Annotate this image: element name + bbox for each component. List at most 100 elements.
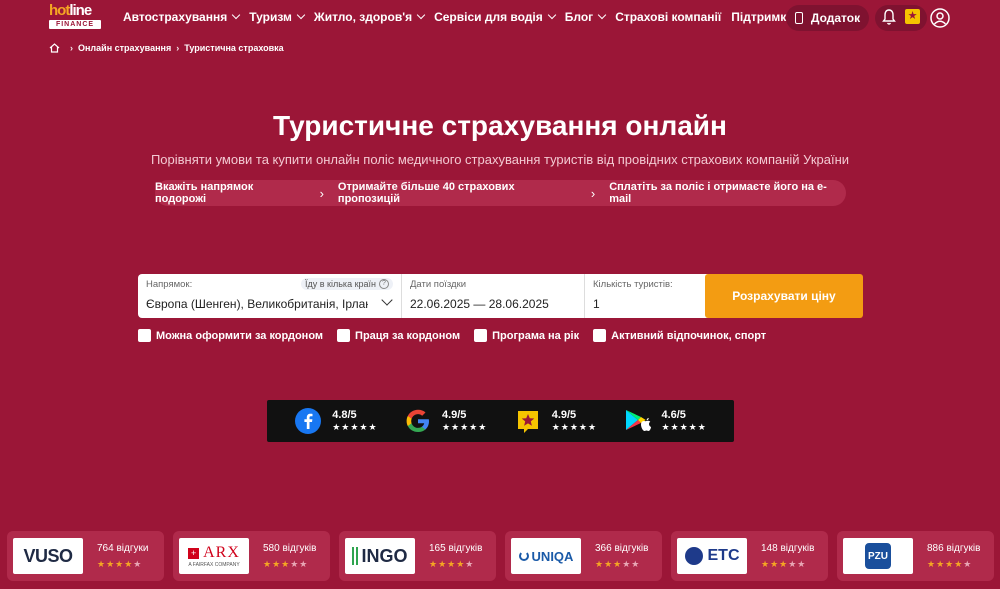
company-stars: ★★★★★ — [595, 558, 641, 569]
calculate-price-button[interactable]: Розрахувати ціну — [705, 274, 863, 318]
breadcrumb-separator: › — [70, 43, 73, 53]
company-name: VUSO — [23, 545, 73, 566]
checkbox-active-sport[interactable]: Активний відпочинок, спорт — [593, 329, 766, 342]
rating-facebook[interactable]: 4.8/5 ★★★★★ — [294, 407, 377, 435]
rating-stars: ★★★★★ — [332, 422, 378, 432]
rating-score: 4.9/5 — [551, 409, 577, 421]
options-checkboxes: Можна оформити за кордоном Праця за корд… — [138, 329, 780, 342]
arx-cross-icon: + — [188, 547, 200, 559]
rating-hotline[interactable]: 4.9/5 ★★★★★ — [514, 407, 597, 435]
etc-globe-icon — [684, 547, 703, 565]
nav-item-tourism[interactable]: Туризм — [249, 10, 306, 24]
breadcrumb-online-insurance[interactable]: Онлайн страхування — [78, 43, 171, 53]
bell-icon[interactable] — [882, 8, 896, 26]
header: hotline FINANCE Автострахування Туризм Ж… — [0, 0, 1000, 36]
company-reviews[interactable]: 165 відгуків — [429, 543, 482, 554]
page-title: Туристичне страхування онлайн — [273, 110, 727, 141]
company-card-pzu[interactable]: PZU 886 відгуків ★★★★★ — [837, 531, 994, 581]
checkbox-box[interactable] — [337, 329, 351, 342]
company-card-uniqa[interactable]: UNIQA 366 відгуків ★★★★★ — [505, 531, 662, 581]
nav-item-label: Житло, здоров'я — [313, 10, 413, 24]
steps-bar: Вкажіть напрямок подорожі › Отримайте бі… — [155, 180, 846, 206]
rating-stars: ★★★★★ — [441, 422, 488, 432]
logo-finance-text: FINANCE — [49, 20, 101, 29]
logo-hot-text: hot — [49, 2, 70, 19]
pzu-logo: PZU — [843, 538, 913, 574]
checkbox-label: Активний відпочинок, спорт — [611, 329, 767, 342]
dates-field[interactable]: Дати поїздки 22.06.2025 — 28.06.2025 — [402, 274, 585, 318]
chevron-down-icon[interactable] — [381, 294, 393, 306]
nav-item-support[interactable]: Підтримка — [731, 10, 793, 24]
rating-app-stores[interactable]: 4.6/5 ★★★★★ — [623, 407, 706, 435]
company-reviews[interactable]: 580 відгуків — [263, 543, 316, 554]
rating-score: 4.6/5 — [661, 409, 686, 421]
home-icon[interactable] — [49, 43, 60, 53]
checkbox-abroad[interactable]: Можна оформити за кордоном — [138, 329, 323, 342]
etc-logo: ETC — [677, 538, 747, 574]
hotline-finance-logo[interactable]: hotline FINANCE — [49, 2, 101, 32]
nav-item-auto[interactable]: Автострахування — [123, 10, 241, 24]
step-2: Отримайте більше 40 страхових пропозицій — [337, 181, 515, 205]
nav-item-companies[interactable]: Страхові компанії — [615, 10, 721, 24]
companies-strip: VUSO 764 відгуки ★★★★★ + ARX A FAIRFAX C… — [7, 531, 994, 581]
chevron-right-icon: › — [319, 185, 324, 201]
nav-item-driver-services[interactable]: Сервіси для водія — [434, 10, 557, 24]
ingo-logo: INGO — [345, 538, 415, 574]
chevron-right-icon: › — [590, 185, 596, 201]
favorites-star-icon[interactable]: ★ — [905, 9, 920, 24]
direction-field[interactable]: Напрямок: Їду в кілька країн ? Європа (Ш… — [138, 274, 402, 318]
company-reviews[interactable]: 366 відгуків — [595, 543, 648, 554]
rating-google[interactable]: 4.9/5 ★★★★★ — [404, 407, 487, 435]
company-name: ARX — [203, 544, 240, 561]
breadcrumb-travel-insurance: Туристична страховка — [184, 43, 284, 53]
app-button[interactable]: Додаток — [786, 5, 869, 31]
ingo-bars-icon — [352, 547, 359, 565]
facebook-icon — [295, 408, 322, 434]
chevron-down-icon — [597, 10, 607, 20]
dates-value: 22.06.2025 — 28.06.2025 — [410, 297, 549, 311]
question-icon[interactable]: ? — [379, 279, 389, 289]
company-reviews[interactable]: 764 відгуки — [97, 543, 148, 554]
company-stars: ★★★★★ — [97, 558, 143, 569]
company-card-arx[interactable]: + ARX A FAIRFAX COMPANY 580 відгуків ★★★… — [173, 531, 330, 581]
checkbox-box[interactable] — [593, 329, 607, 342]
google-icon — [406, 409, 429, 432]
nav-item-label: Блог — [564, 10, 594, 24]
checkbox-annual[interactable]: Програма на рік — [474, 329, 579, 342]
direction-value: Європа (Шенген), Великобританія, Ірлан..… — [146, 297, 368, 311]
pzu-badge: PZU — [865, 543, 891, 569]
uniqa-logo: UNIQA — [511, 538, 581, 574]
rating-score: 4.9/5 — [441, 409, 467, 421]
checkbox-work-abroad[interactable]: Праця за кордоном — [337, 329, 460, 342]
rating-stars: ★★★★★ — [551, 422, 598, 432]
multi-country-tag[interactable]: Їду в кілька країн ? — [301, 278, 393, 290]
logo-line-text: line — [69, 2, 92, 19]
uniqa-swoosh-icon — [518, 551, 529, 561]
chevron-down-icon — [231, 10, 241, 20]
company-name: UNIQA — [531, 548, 574, 564]
nav-item-blog[interactable]: Блог — [564, 10, 607, 24]
multi-country-label: Їду в кілька країн — [305, 279, 376, 289]
user-icon[interactable] — [930, 8, 950, 28]
company-name: ETC — [707, 547, 740, 564]
search-form: Напрямок: Їду в кілька країн ? Європа (Ш… — [138, 274, 725, 318]
main-nav: Автострахування Туризм Житло, здоров'я С… — [123, 10, 803, 24]
nav-item-label: Сервіси для водія — [434, 10, 543, 24]
chevron-down-icon — [416, 10, 426, 20]
step-3: Сплатіть за поліс і отримаєте його на e-… — [609, 181, 827, 205]
company-reviews[interactable]: 148 відгуків — [761, 543, 814, 554]
company-card-vuso[interactable]: VUSO 764 відгуки ★★★★★ — [7, 531, 164, 581]
nav-item-home-health[interactable]: Житло, здоров'я — [313, 10, 426, 24]
rating-score: 4.8/5 — [332, 409, 357, 421]
hotline-star-icon — [517, 411, 538, 433]
tourists-count-select[interactable]: Кількість туристів: 1 — [585, 274, 725, 318]
app-button-label: Додаток — [810, 11, 861, 25]
company-reviews[interactable]: 886 відгуків — [927, 543, 980, 554]
checkbox-box[interactable] — [474, 329, 488, 342]
company-card-etc[interactable]: ETC 148 відгуків ★★★★★ — [671, 531, 828, 581]
ratings-bar: 4.8/5 ★★★★★ 4.9/5 ★★★★★ 4.9/5 ★★★★★ 4.6/… — [267, 400, 734, 442]
checkbox-box[interactable] — [138, 329, 151, 342]
company-stars: ★★★★★ — [429, 558, 475, 569]
company-card-ingo[interactable]: INGO 165 відгуків ★★★★★ — [339, 531, 496, 581]
nav-item-label: Підтримка — [731, 10, 793, 24]
